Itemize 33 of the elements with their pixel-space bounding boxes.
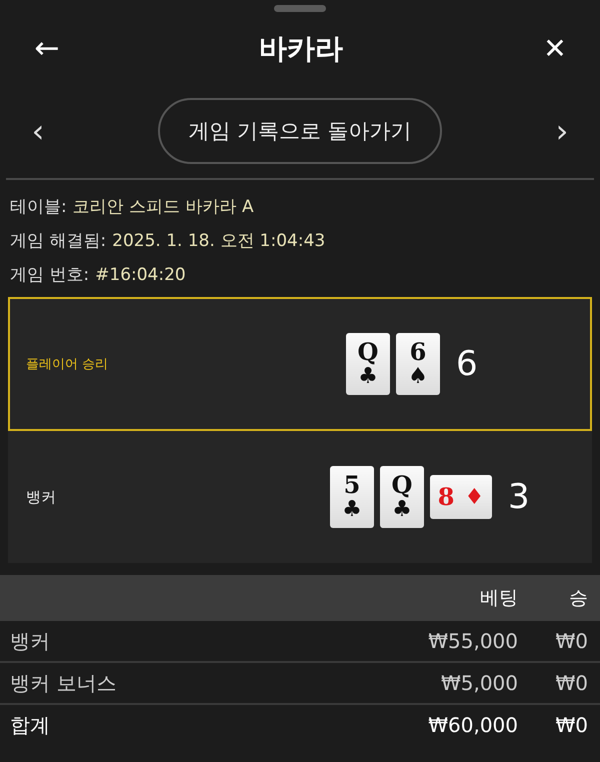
previous-button[interactable]: ‹ xyxy=(26,111,50,151)
info-value: #16:04:20 xyxy=(95,264,186,284)
hand-score: 6 xyxy=(456,344,478,384)
playing-card: Q ♣ xyxy=(380,466,424,528)
next-button[interactable]: › xyxy=(550,111,574,151)
info-label: 게임 번호: xyxy=(10,264,90,286)
drag-handle[interactable] xyxy=(274,5,326,12)
column-header: 베팅 xyxy=(479,586,518,611)
info-value: 코리안 스피드 바카라 A xyxy=(72,196,254,218)
table-cell-text: ₩55,000 xyxy=(427,629,518,653)
hand-score: 3 xyxy=(508,477,530,517)
table-cell-text: 뱅커 xyxy=(9,628,51,654)
column-header: 승 xyxy=(568,586,589,611)
page-title: 바카라 xyxy=(259,31,343,67)
info-label: 게임 해결됨: xyxy=(10,230,106,252)
table-cell-text: ₩0 xyxy=(554,713,589,737)
back-button[interactable]: ← xyxy=(28,29,66,69)
table-cell-text: ₩5,000 xyxy=(440,671,518,695)
playing-card: Q ♣ xyxy=(346,333,390,395)
table-cell-text: ₩0 xyxy=(554,629,589,653)
table-cell-text: 뱅커 보너스 xyxy=(9,670,118,696)
playing-card: 8 ♦ xyxy=(430,475,492,519)
info-label: 테이블: xyxy=(10,196,67,218)
table-cell-text: ₩60,000 xyxy=(427,713,518,737)
hand-name: 플레이어 승리 xyxy=(25,356,110,373)
hand-name: 뱅커 xyxy=(25,488,57,506)
info-value: 2025. 1. 18. 오전 1:04:43 xyxy=(112,230,326,252)
close-button[interactable]: ✕ xyxy=(536,29,574,69)
table-cell-text: 합계 xyxy=(9,712,51,738)
playing-card: 6 ♠ xyxy=(396,333,440,395)
playing-card: 5 ♣ xyxy=(330,466,374,528)
back-to-history-button[interactable]: 게임 기록으로 돌아가기 xyxy=(158,98,442,164)
table-cell-text: ₩0 xyxy=(554,671,589,695)
